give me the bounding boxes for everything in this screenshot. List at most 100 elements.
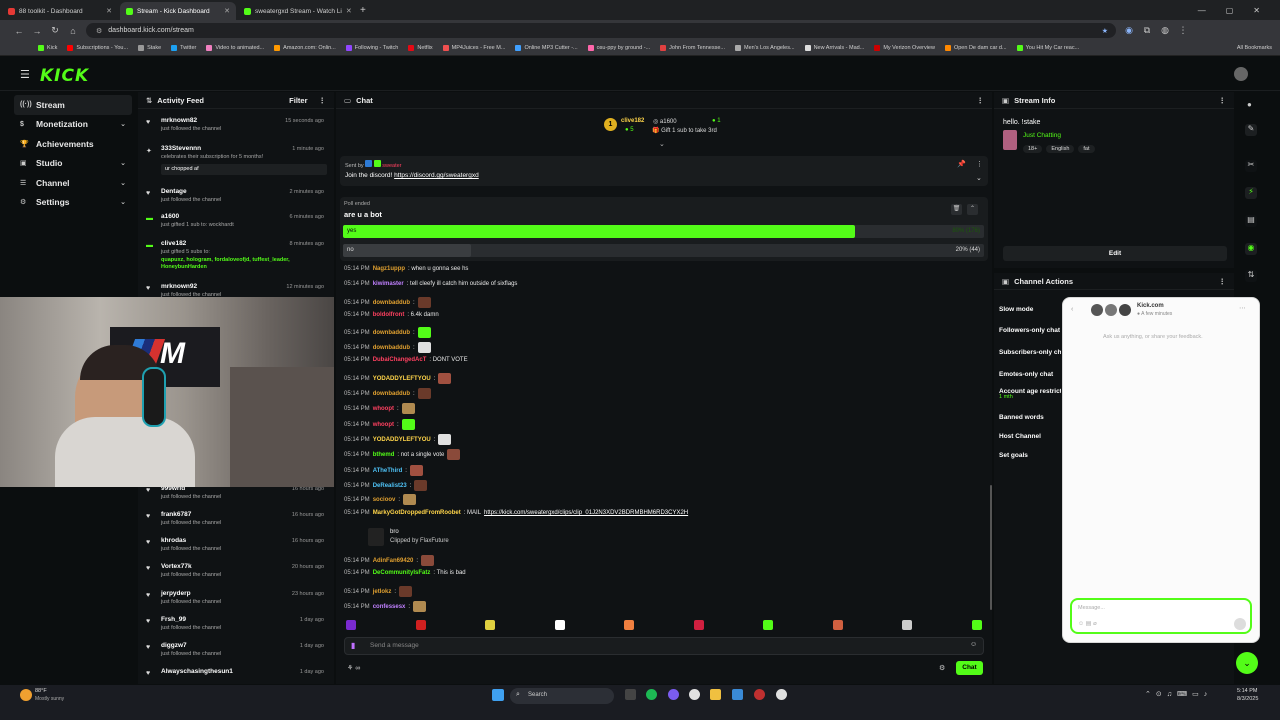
quick-emote-icon[interactable] — [971, 620, 982, 630]
chevron-down-icon[interactable]: ⌄ — [120, 120, 126, 128]
poll-collapse-icon[interactable]: ⌃ — [967, 204, 978, 215]
channel-action-item[interactable]: Slow mode — [999, 303, 1061, 314]
stream-tag[interactable]: 18+ — [1023, 145, 1043, 153]
tab-close-icon[interactable]: ✕ — [106, 7, 112, 15]
chat-message[interactable]: 05:14 PM DeCommunityIsFatz: This is bad — [344, 570, 466, 576]
app-icon[interactable] — [754, 689, 765, 700]
chat-message[interactable]: 05:14 PM DeRealist23: — [344, 480, 428, 491]
message-username[interactable]: ATheThird — [373, 468, 403, 474]
discord-link[interactable]: https://discord.gg/sweatergxd — [394, 172, 479, 179]
message-username[interactable]: YODADDYLEFTYOU — [373, 437, 431, 443]
nav-item-achievements[interactable]: 🏆 Achievements — [14, 134, 132, 154]
bookmark-item[interactable]: Amazon.com: Onlin... — [274, 45, 336, 51]
bookmark-item[interactable]: Online MP3 Cutter -... — [515, 45, 578, 51]
rail-settings-icon[interactable]: ✂ — [1245, 160, 1257, 172]
chevron-down-icon[interactable]: ⌄ — [120, 198, 126, 206]
maximize-button[interactable]: ▢ — [1226, 6, 1234, 15]
activity-username[interactable]: 333Stevennn — [161, 145, 201, 152]
all-bookmarks-button[interactable]: All Bookmarks — [1237, 45, 1272, 51]
activity-username[interactable]: jerpyderp — [161, 590, 191, 597]
quick-emote-icon[interactable] — [415, 620, 426, 630]
activity-item[interactable]: ▬ clive182 just gifted 5 subs to: 8 minutes… — [144, 240, 328, 270]
chat-message[interactable]: 05:14 PM MarkyGotDroppedFromRoobet: MAIL h… — [344, 510, 688, 516]
rail-lightning-icon[interactable]: ⚡ — [1245, 187, 1257, 199]
quick-emote-icon[interactable] — [902, 620, 912, 630]
message-username[interactable]: downbaddub — [373, 330, 410, 336]
browser-tab-3[interactable]: sweatergxd Stream - Watch Li ✕ — [238, 2, 354, 20]
rail-edit-icon[interactable]: ✎ — [1245, 124, 1257, 136]
activity-username[interactable]: Vortex77k — [161, 563, 192, 570]
message-username[interactable]: bthemd — [373, 452, 395, 458]
activity-item[interactable]: ♥ diggzw7 just followed the channel 1 day a… — [144, 642, 328, 666]
bookmark-star-icon[interactable]: ★ — [1102, 27, 1108, 35]
chat-message[interactable]: 05:14 PM AdinFan69420: — [344, 555, 435, 566]
activity-username[interactable]: mrknown82 — [161, 117, 197, 124]
channel-action-item[interactable]: Set goals — [999, 449, 1061, 460]
rail-filter-icon[interactable]: ⇅ — [1245, 270, 1257, 282]
activity-username[interactable]: clive182 — [161, 240, 186, 247]
chat-message[interactable]: 05:14 PM socioov: — [344, 494, 417, 505]
activity-item[interactable]: ♥ 999wrld just followed the channel 16 hour… — [144, 485, 328, 509]
message-username[interactable]: DubaiChangedAcT — [373, 357, 427, 363]
windows-start-icon[interactable] — [492, 689, 504, 701]
quick-emote-icon[interactable] — [693, 620, 704, 630]
chrome-icon[interactable] — [689, 689, 700, 700]
bookmark-item[interactable]: Open De dam car d... — [944, 45, 1007, 51]
chrome-icon-2[interactable] — [776, 689, 787, 700]
message-username[interactable]: AdinFan69420 — [373, 558, 414, 564]
activity-username[interactable]: frank6787 — [161, 511, 191, 518]
message-username[interactable]: YODADDYLEFTYOU — [373, 376, 431, 382]
close-window-button[interactable]: ✕ — [1253, 6, 1260, 15]
rail-chat-icon[interactable]: ◉ — [1245, 243, 1257, 255]
back-icon[interactable]: ← — [14, 26, 24, 36]
store-icon[interactable] — [732, 689, 743, 700]
chat-message[interactable]: 05:14 PM confessesx: — [344, 601, 427, 612]
message-username[interactable]: whoopt — [373, 406, 394, 412]
activity-item[interactable]: ♥ mrknown82 just followed the channel 15 se… — [144, 117, 328, 141]
activity-username[interactable]: Dentage — [161, 188, 187, 195]
activity-username[interactable]: khrodas — [161, 537, 186, 544]
chat-message[interactable]: 05:14 PM downbaddub: — [344, 388, 431, 399]
chevron-down-icon[interactable]: ⌄ — [120, 179, 126, 187]
quick-emote-icon[interactable] — [554, 620, 565, 630]
bookmark-item[interactable]: You Hit My Car reac... — [1016, 45, 1079, 51]
channel-actions-menu-icon[interactable]: ⋮ — [1219, 277, 1227, 286]
chevron-down-icon[interactable]: ⌄ — [120, 159, 126, 167]
task-view-icon[interactable] — [625, 689, 636, 700]
chat-menu-icon[interactable]: ⋮ — [977, 96, 985, 105]
activity-username[interactable]: Frsh_99 — [161, 616, 186, 623]
nav-item-channel[interactable]: ☰ Channel ⌄ — [14, 173, 132, 193]
bookmark-item[interactable]: Video to animated... — [206, 45, 264, 51]
channel-action-item[interactable]: Host Channel — [999, 430, 1061, 441]
stream-tag[interactable]: fat — [1078, 145, 1095, 153]
send-chat-button[interactable]: Chat — [956, 661, 983, 675]
message-username[interactable]: whoopt — [373, 422, 394, 428]
chat-message[interactable]: 05:14 PM jetlokz: — [344, 586, 413, 597]
message-username[interactable]: confessesx — [373, 604, 406, 610]
bookmark-item[interactable]: Twitter — [171, 45, 196, 51]
emoji-picker-icon[interactable]: ☺ — [970, 641, 977, 648]
message-username[interactable]: DeCommunityIsFatz — [373, 570, 431, 576]
message-username[interactable]: Nagz1uppp — [373, 266, 405, 272]
nav-item-studio[interactable]: ▣ Studio ⌄ — [14, 154, 132, 174]
activity-username[interactable]: Alwayschasingthesun1 — [161, 668, 233, 675]
site-info-icon[interactable]: ⚙ — [96, 27, 102, 35]
chat-message[interactable]: 05:14 PM downbaddub: — [344, 297, 431, 308]
home-icon[interactable]: ⌂ — [68, 26, 78, 36]
nav-item-settings[interactable]: ⚙ Settings ⌄ — [14, 193, 132, 213]
pinned-collapse-icon[interactable]: ⌄ — [976, 174, 982, 182]
gift-sub-button[interactable]: 🎁 Gift 1 sub to take 3rd — [652, 127, 717, 134]
feedback-launcher-button[interactable]: ⌄ — [1236, 652, 1258, 674]
new-tab-button[interactable]: + — [360, 5, 366, 16]
message-username[interactable]: downbaddub — [373, 300, 410, 306]
pinned-menu-icon[interactable]: ⋮ — [976, 160, 983, 168]
stream-info-menu-icon[interactable]: ⋮ — [1219, 96, 1227, 105]
poll-option-no[interactable]: no 20% (44) — [343, 244, 984, 257]
activity-item[interactable]: ♥ khrodas just followed the channel 16 hour… — [144, 537, 328, 561]
channel-action-item[interactable]: Banned words — [999, 411, 1061, 422]
file-explorer-icon[interactable] — [710, 689, 721, 700]
chat-message[interactable]: 05:14 PM bthemd: not a single vote — [344, 449, 461, 460]
chat-message[interactable]: 05:14 PM DubaiChangedAcT: DONT VOTE — [344, 357, 468, 363]
forward-icon[interactable]: → — [32, 26, 42, 36]
stream-tag[interactable]: English — [1046, 145, 1075, 153]
